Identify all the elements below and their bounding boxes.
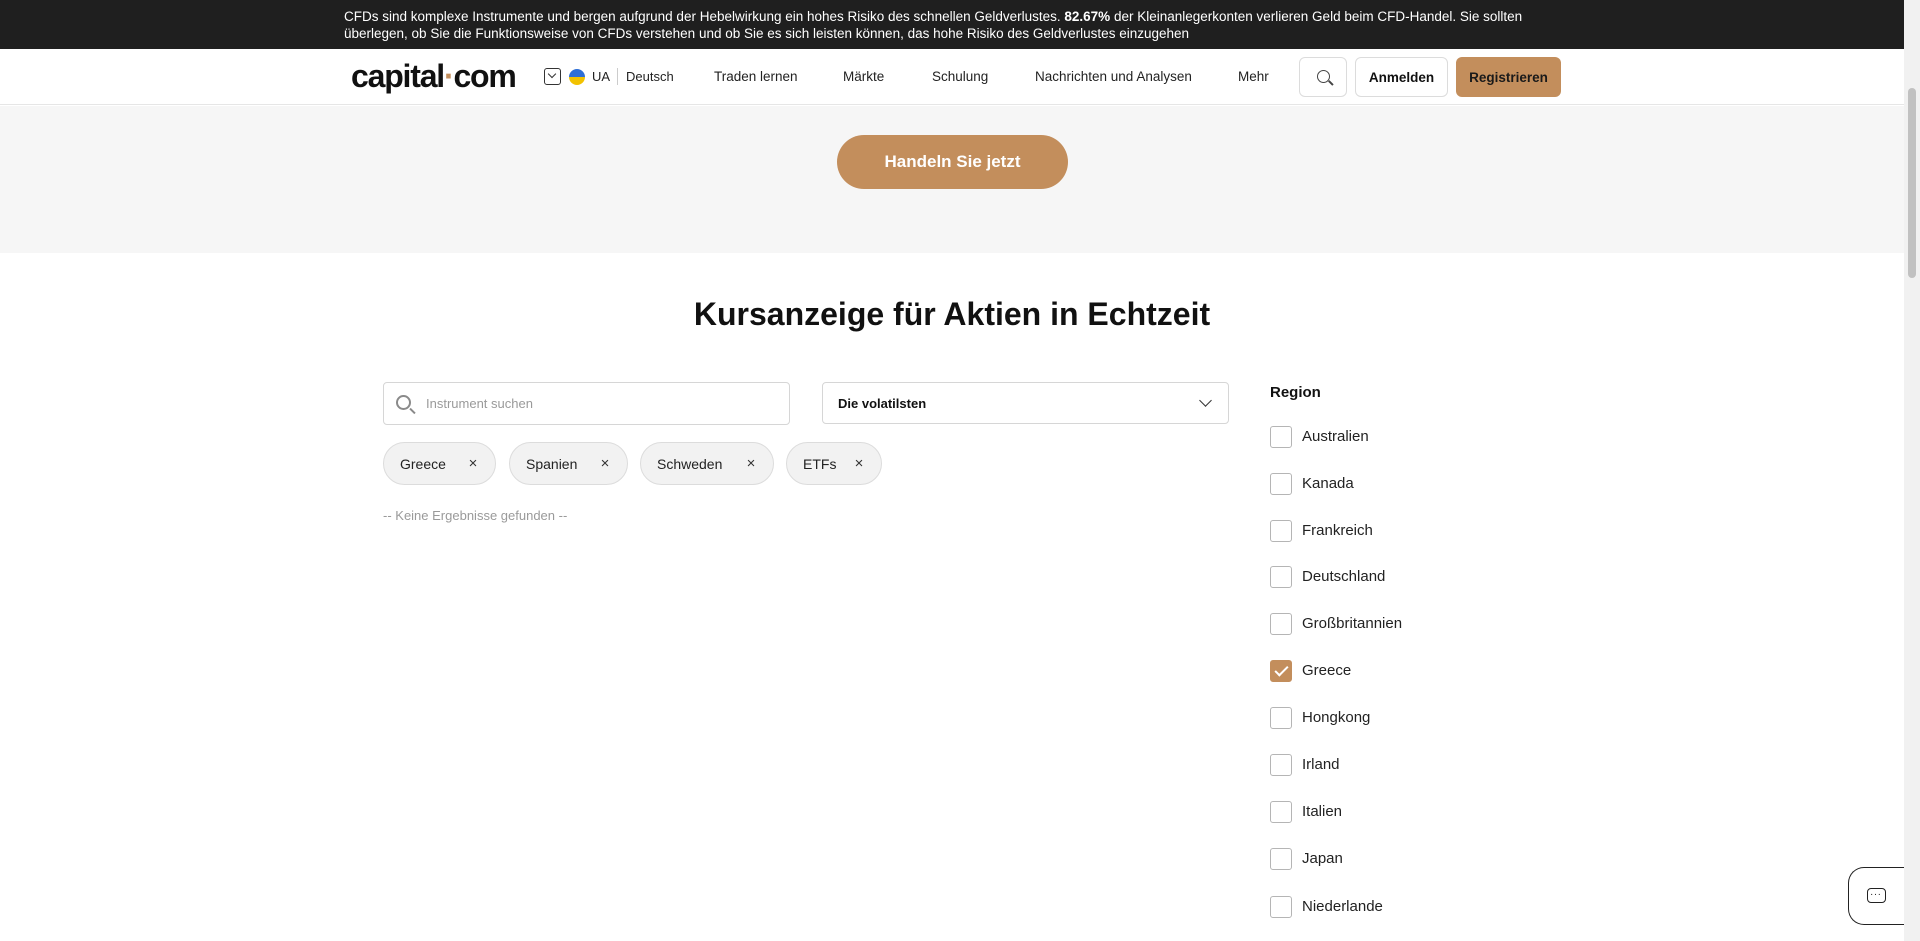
checkbox[interactable] bbox=[1270, 566, 1292, 588]
filter-chip-label: Greece bbox=[400, 456, 446, 472]
region-label[interactable]: Kanada bbox=[1302, 475, 1354, 492]
checkbox[interactable] bbox=[1270, 520, 1292, 542]
region-filter-title: Region bbox=[1270, 384, 1321, 401]
region-checkbox-grossbritannien[interactable]: Großbritannien bbox=[1270, 613, 1530, 635]
region-label[interactable]: Irland bbox=[1302, 756, 1340, 773]
country-code[interactable]: UA bbox=[592, 69, 610, 84]
risk-warning-banner: CFDs sind komplexe Instrumente und berge… bbox=[0, 0, 1904, 49]
header-search-button[interactable] bbox=[1299, 57, 1347, 97]
cta-section: Handeln Sie jetzt bbox=[0, 106, 1904, 253]
site-header: capital·com UA Deutsch Traden lernen Mär… bbox=[0, 49, 1904, 105]
close-icon[interactable]: × bbox=[849, 454, 869, 474]
logo-left: capital bbox=[351, 58, 445, 94]
region-checkbox-niederlande[interactable]: Niederlande bbox=[1270, 896, 1530, 918]
logo[interactable]: capital·com bbox=[351, 58, 517, 94]
nav-maerkte[interactable]: Märkte bbox=[843, 69, 884, 84]
checkbox[interactable] bbox=[1270, 848, 1292, 870]
language-selector[interactable]: Deutsch bbox=[626, 69, 674, 84]
ukraine-flag-icon bbox=[569, 69, 585, 85]
sort-dropdown-value: Die volatilsten bbox=[838, 396, 927, 411]
page-title: Kursanzeige für Aktien in Echtzeit bbox=[693, 296, 1211, 332]
region-label[interactable]: Japan bbox=[1302, 850, 1343, 867]
filter-chip-spanien: Spanien × bbox=[509, 442, 628, 485]
scrollbar-thumb[interactable] bbox=[1908, 88, 1916, 278]
region-checkbox-japan[interactable]: Japan bbox=[1270, 848, 1530, 870]
sort-dropdown[interactable]: Die volatilsten bbox=[822, 382, 1229, 424]
nav-nachrichten-und-analysen[interactable]: Nachrichten und Analysen bbox=[1035, 69, 1192, 84]
region-checkbox-italien[interactable]: Italien bbox=[1270, 801, 1530, 823]
region-checkbox-frankreich[interactable]: Frankreich bbox=[1270, 520, 1530, 542]
trade-now-button[interactable]: Handeln Sie jetzt bbox=[837, 135, 1068, 189]
region-label[interactable]: Australien bbox=[1302, 428, 1369, 445]
checkbox-checked[interactable] bbox=[1270, 660, 1292, 682]
checkbox[interactable] bbox=[1270, 426, 1292, 448]
no-results-message: -- Keine Ergebnisse gefunden -- bbox=[383, 508, 568, 523]
logo-right: com bbox=[453, 58, 516, 94]
login-button[interactable]: Anmelden bbox=[1355, 57, 1448, 97]
risk-text-before: CFDs sind komplexe Instrumente und berge… bbox=[344, 9, 1065, 24]
register-button[interactable]: Registrieren bbox=[1456, 57, 1561, 97]
risk-percent: 82.67% bbox=[1064, 9, 1111, 24]
checkbox[interactable] bbox=[1270, 707, 1292, 729]
region-label[interactable]: Hongkong bbox=[1302, 709, 1370, 726]
checkbox[interactable] bbox=[1270, 473, 1292, 495]
region-checkbox-deutschland[interactable]: Deutschland bbox=[1270, 566, 1530, 588]
filter-chip-label: Schweden bbox=[657, 456, 723, 472]
checkbox[interactable] bbox=[1270, 613, 1292, 635]
region-label[interactable]: Niederlande bbox=[1302, 898, 1383, 915]
region-label[interactable]: Italien bbox=[1302, 803, 1342, 820]
chevron-down-icon[interactable] bbox=[544, 68, 561, 85]
risk-warning-text: CFDs sind komplexe Instrumente und berge… bbox=[344, 8, 1544, 42]
close-icon[interactable]: × bbox=[463, 454, 483, 474]
filter-chip-schweden: Schweden × bbox=[640, 442, 774, 485]
chat-dots: ··· bbox=[1870, 889, 1882, 900]
region-checkbox-kanada[interactable]: Kanada bbox=[1270, 473, 1530, 495]
instrument-search-input[interactable] bbox=[426, 383, 781, 424]
filter-chip-label: ETFs bbox=[803, 456, 837, 472]
checkbox[interactable] bbox=[1270, 896, 1292, 918]
region-checkbox-irland[interactable]: Irland bbox=[1270, 754, 1530, 776]
nav-mehr[interactable]: Mehr bbox=[1238, 69, 1269, 84]
region-label[interactable]: Deutschland bbox=[1302, 568, 1385, 585]
chevron-down-icon bbox=[1199, 394, 1212, 407]
checkbox[interactable] bbox=[1270, 754, 1292, 776]
filter-chip-label: Spanien bbox=[526, 456, 578, 472]
region-label[interactable]: Großbritannien bbox=[1302, 615, 1402, 632]
chat-widget-button[interactable]: ··· bbox=[1848, 867, 1904, 925]
filter-chip-etfs: ETFs × bbox=[786, 442, 882, 485]
close-icon[interactable]: × bbox=[595, 454, 615, 474]
region-checkbox-greece[interactable]: Greece bbox=[1270, 660, 1530, 682]
search-icon bbox=[396, 395, 411, 410]
instrument-search[interactable] bbox=[383, 382, 790, 425]
nav-traden-lernen[interactable]: Traden lernen bbox=[714, 69, 798, 84]
page-scrollbar[interactable] bbox=[1904, 0, 1920, 941]
language-divider bbox=[617, 68, 618, 85]
checkbox[interactable] bbox=[1270, 801, 1292, 823]
region-checkbox-australien[interactable]: Australien bbox=[1270, 426, 1530, 448]
region-checkbox-hongkong[interactable]: Hongkong bbox=[1270, 707, 1530, 729]
region-label[interactable]: Frankreich bbox=[1302, 522, 1373, 539]
close-icon[interactable]: × bbox=[741, 454, 761, 474]
nav-schulung[interactable]: Schulung bbox=[932, 69, 988, 84]
filter-chip-greece: Greece × bbox=[383, 442, 496, 485]
region-label[interactable]: Greece bbox=[1302, 662, 1351, 679]
